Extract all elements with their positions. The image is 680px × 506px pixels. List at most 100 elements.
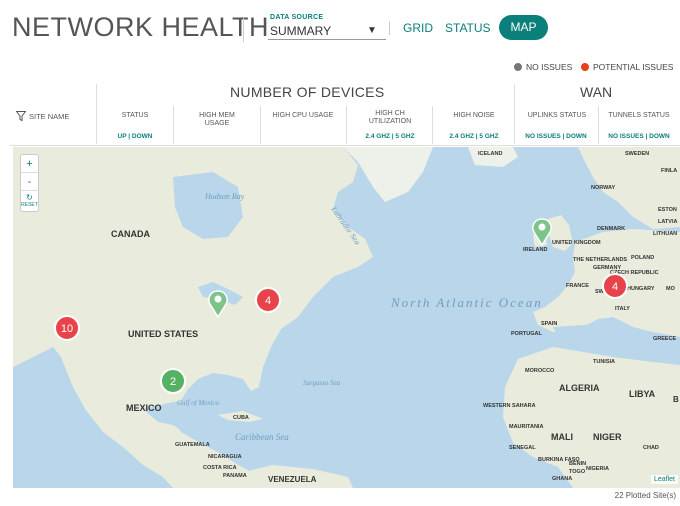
potential-issues-dot-icon bbox=[581, 63, 589, 71]
page-title: NETWORK HEALTH bbox=[12, 12, 270, 42]
map-label-algeria: ALGERIA bbox=[559, 383, 600, 393]
map-label-guatemala: GUATEMALA bbox=[175, 442, 210, 448]
map-label-nigeria: NIGERIA bbox=[586, 466, 609, 472]
column-divider bbox=[96, 84, 97, 144]
cluster-count: 4 bbox=[265, 295, 271, 307]
map-label-ghana: GHANA bbox=[552, 476, 572, 482]
map-label-canada: CANADA bbox=[111, 229, 150, 239]
map-label-finland: FINLA bbox=[661, 168, 677, 174]
map-label-sweden: SWEDEN bbox=[625, 151, 649, 157]
refresh-icon: ↻ bbox=[26, 193, 33, 202]
filter-icon[interactable] bbox=[16, 111, 26, 121]
column-divider bbox=[346, 106, 347, 144]
sub-2-4ghz[interactable]: 2.4 GHZ bbox=[365, 133, 390, 140]
map-label-mexico: MEXICO bbox=[126, 403, 162, 413]
map-label-chad: CHAD bbox=[643, 445, 659, 451]
land-greenland bbox=[343, 147, 433, 202]
map-label-morocco: MOROCCO bbox=[525, 368, 555, 374]
cluster-northeast[interactable]: 4 bbox=[255, 287, 281, 313]
site-name-label: SITE NAME bbox=[29, 111, 70, 121]
map-label-iceland: ICELAND bbox=[478, 151, 502, 157]
cluster-texas[interactable]: 2 bbox=[160, 368, 186, 394]
column-uplinks-status[interactable]: UPLINKS STATUS bbox=[517, 112, 597, 120]
map-label-niger: NIGER bbox=[593, 432, 622, 442]
cluster-count: 2 bbox=[170, 376, 176, 388]
map-label-gulf-of-mexico: Gulf of Mexico bbox=[177, 399, 219, 407]
map-label-north-atlantic: North Atlantic Ocean bbox=[390, 295, 543, 310]
map-label-panama: PANAMA bbox=[223, 473, 247, 479]
map-label-libya: LIBYA bbox=[629, 389, 656, 399]
column-high-noise-sub: 2.4 GHZ | 5 GHZ bbox=[449, 133, 499, 140]
legend-potential-issues-label: POTENTIAL ISSUES bbox=[593, 62, 674, 72]
column-high-noise[interactable]: HIGH NOISE bbox=[436, 112, 512, 120]
map-label-france: FRANCE bbox=[566, 283, 589, 289]
sub-down[interactable]: DOWN bbox=[566, 133, 587, 140]
column-high-mem[interactable]: HIGH MEM USAGE bbox=[186, 112, 248, 128]
cluster-count: 10 bbox=[61, 323, 73, 335]
map-label-caribbean-sea: Caribbean Sea bbox=[235, 432, 289, 442]
column-tunnels-sub: NO ISSUES | DOWN bbox=[608, 133, 670, 140]
column-divider bbox=[260, 106, 261, 144]
map-label-portugal: PORTUGAL bbox=[511, 331, 543, 337]
column-divider bbox=[173, 106, 174, 144]
sub-5ghz[interactable]: 5 GHZ bbox=[395, 133, 414, 140]
cluster-count: 4 bbox=[612, 281, 618, 293]
group-wan: WAN bbox=[580, 84, 613, 100]
cluster-california[interactable]: 10 bbox=[54, 315, 80, 341]
chevron-down-icon[interactable]: ▼ bbox=[367, 25, 377, 36]
map-label-lithuania: LITHUAN bbox=[653, 231, 677, 237]
sub-down[interactable]: DOWN bbox=[649, 133, 670, 140]
map-label-romania: MO bbox=[666, 286, 676, 292]
map-label-sargasso-sea: Sargasso Sea bbox=[303, 379, 341, 387]
site-name-header[interactable]: SITE NAME bbox=[16, 111, 69, 121]
column-high-ch-util[interactable]: HIGH CH UTILIZATION bbox=[358, 110, 422, 126]
data-source-label: DATA SOURCE bbox=[270, 14, 324, 21]
column-high-ch-util-sub: 2.4 GHZ | 5 GHZ bbox=[365, 133, 415, 140]
cluster-europe[interactable]: 4 bbox=[602, 273, 628, 299]
sub-2-4ghz[interactable]: 2.4 GHZ bbox=[449, 133, 474, 140]
sub-5ghz[interactable]: 5 GHZ bbox=[479, 133, 498, 140]
map-label-senegal: SENEGAL bbox=[509, 445, 536, 451]
tab-grid[interactable]: GRID bbox=[403, 21, 433, 35]
map-label-estonia: ESTON bbox=[658, 207, 677, 213]
tab-status[interactable]: STATUS bbox=[445, 21, 491, 35]
land-iceland bbox=[468, 147, 518, 167]
map-label-mauritania: MAURITANIA bbox=[509, 424, 543, 430]
zoom-in-button[interactable]: + bbox=[21, 155, 38, 173]
map-view[interactable]: CANADA UNITED STATES MEXICO CUBA GUATEMA… bbox=[13, 147, 680, 488]
legend-no-issues-label: NO ISSUES bbox=[526, 62, 573, 72]
map-label-netherlands: THE NETHERLANDS bbox=[573, 257, 627, 263]
tab-map[interactable]: MAP bbox=[499, 15, 548, 40]
header-divider bbox=[243, 18, 244, 42]
sub-no-issues[interactable]: NO ISSUES bbox=[608, 133, 643, 140]
map-label-tunisia: TUNISIA bbox=[593, 359, 615, 365]
data-source-select[interactable]: SUMMARY bbox=[270, 24, 331, 38]
zoom-out-button[interactable]: - bbox=[21, 173, 38, 191]
map-label-togo: TOGO bbox=[569, 469, 586, 475]
column-high-cpu[interactable]: HIGH CPU USAGE bbox=[272, 112, 334, 120]
map-label-poland: POLAND bbox=[631, 255, 654, 261]
column-status-sub: UP | DOWN bbox=[117, 133, 153, 140]
map-label-venezuela: VENEZUELA bbox=[268, 475, 317, 484]
map-label-ireland: IRELAND bbox=[523, 247, 547, 253]
sub-down[interactable]: DOWN bbox=[132, 133, 153, 140]
map-label-united-states: UNITED STATES bbox=[128, 329, 198, 339]
column-status[interactable]: STATUS bbox=[100, 112, 170, 120]
map-label-mali: MALI bbox=[551, 432, 573, 442]
pin-center bbox=[214, 295, 222, 303]
map-label-italy: ITALY bbox=[615, 306, 630, 312]
group-number-of-devices: NUMBER OF DEVICES bbox=[230, 84, 385, 100]
zoom-control: + - ↻ RESET bbox=[20, 154, 39, 212]
world-map[interactable]: CANADA UNITED STATES MEXICO CUBA GUATEMA… bbox=[13, 147, 680, 488]
leaflet-attribution-link[interactable]: Leaflet bbox=[650, 475, 678, 484]
tab-separator bbox=[389, 21, 390, 35]
map-label-denmark: DENMARK bbox=[597, 226, 625, 232]
pin-center bbox=[538, 223, 546, 231]
map-label-greece: GREECE bbox=[653, 336, 677, 342]
map-label-spain: SPAIN bbox=[541, 321, 557, 327]
header-bottom-border bbox=[10, 145, 680, 146]
sub-no-issues[interactable]: NO ISSUES bbox=[525, 133, 560, 140]
reset-button[interactable]: ↻ RESET bbox=[21, 191, 38, 211]
column-tunnels-status[interactable]: TUNNELS STATUS bbox=[600, 112, 678, 120]
sub-up[interactable]: UP bbox=[118, 133, 127, 140]
